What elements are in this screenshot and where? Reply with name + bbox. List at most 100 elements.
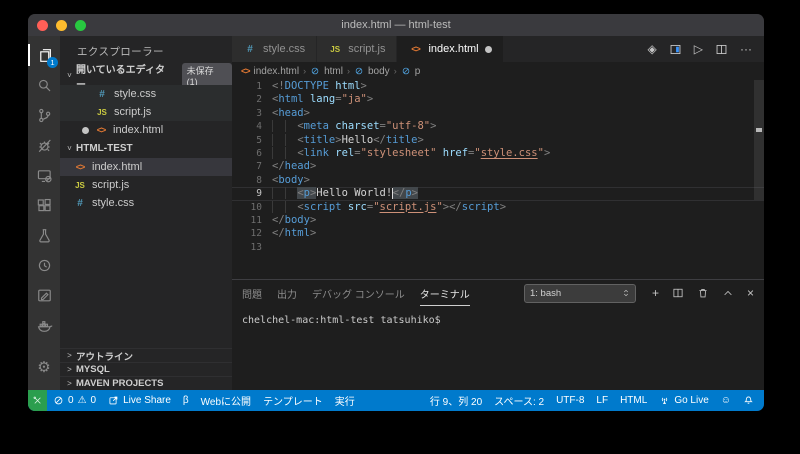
maven-projects-section-header[interactable]: > MAVEN PROJECTS — [60, 376, 232, 390]
language-mode-status[interactable]: HTML — [614, 390, 653, 411]
line-number: 9 — [232, 187, 272, 200]
source-control-icon[interactable] — [28, 100, 60, 130]
test-beaker-icon[interactable] — [28, 220, 60, 250]
outline-section-header[interactable]: > アウトライン — [60, 348, 232, 362]
feedback-smiley-icon[interactable]: ☺ — [715, 390, 737, 411]
go-live-button[interactable]: Go Live — [653, 390, 714, 411]
line-number: 3 — [232, 107, 272, 120]
close-window-button[interactable] — [37, 20, 48, 31]
remote-explorer-icon[interactable] — [28, 160, 60, 190]
folder-label: HTML-TEST — [76, 143, 133, 154]
docker-icon[interactable] — [28, 310, 60, 340]
code-line[interactable]: 6 <link rel="stylesheet" href="style.css… — [232, 147, 764, 160]
eol-status[interactable]: LF — [590, 390, 614, 411]
explorer-icon[interactable]: 1 — [28, 40, 60, 70]
tab-problems[interactable]: 問題 — [242, 281, 262, 305]
notifications-bell[interactable] — [737, 390, 760, 411]
panel-tabs: 問題 出力 デバッグ コンソール ターミナル 1: bash + × — [232, 280, 764, 306]
run-label: 実行 — [335, 393, 355, 408]
code-line[interactable]: 5 <title>Hello</title> — [232, 134, 764, 147]
code-token: "ja" — [342, 93, 367, 105]
tab-index-html[interactable]: <> index.html — [397, 36, 503, 62]
open-preview-icon[interactable] — [669, 43, 682, 56]
run-icon[interactable]: ▷ — [694, 43, 703, 55]
breadcrumb-item[interactable]: body — [368, 66, 390, 77]
activity-bar: 1 — [28, 36, 60, 390]
search-icon[interactable] — [28, 70, 60, 100]
open-editor-item[interactable]: JS script.js — [60, 103, 232, 121]
editor-actions: ◈ ▷ ··· — [648, 36, 764, 62]
code-line[interactable]: 13 — [232, 241, 764, 254]
zoom-window-button[interactable] — [75, 20, 86, 31]
code-line[interactable]: 1<!DOCTYPE html> — [232, 80, 764, 93]
close-panel-icon[interactable]: × — [747, 287, 754, 299]
open-editors-header[interactable]: ˅ 開いているエディター 未保存 (1) — [60, 66, 232, 85]
extensions-icon[interactable] — [28, 190, 60, 220]
debug-icon[interactable] — [28, 130, 60, 160]
split-editor-icon[interactable] — [715, 43, 728, 56]
terminal-select[interactable]: 1: bash — [524, 284, 636, 303]
file-tree-item[interactable]: # style.css — [60, 194, 232, 212]
kill-terminal-trash-icon[interactable] — [697, 287, 709, 299]
clock-icon[interactable] — [28, 250, 60, 280]
open-editor-item[interactable]: <> index.html — [60, 121, 232, 139]
breadcrumb-item[interactable]: p — [415, 66, 421, 77]
run-button[interactable]: 実行 — [329, 390, 361, 411]
remote-indicator[interactable] — [28, 390, 47, 411]
mysql-section-header[interactable]: > MYSQL — [60, 362, 232, 376]
problems-status[interactable]: 0 ⚠ 0 — [47, 390, 102, 411]
file-tree-item[interactable]: JS script.js — [60, 176, 232, 194]
code-line[interactable]: 3<head> — [232, 107, 764, 120]
tab-style-css[interactable]: # style.css — [232, 36, 317, 62]
tools-icon — [32, 395, 43, 406]
pen-icon[interactable] — [28, 280, 60, 310]
live-share-status[interactable]: Live Share — [102, 390, 177, 411]
maximize-panel-chevron-icon[interactable] — [722, 287, 734, 299]
code-line[interactable]: 10 <script src="script.js"></script> — [232, 201, 764, 214]
bottom-panel: 問題 出力 デバッグ コンソール ターミナル 1: bash + × — [232, 279, 764, 390]
error-icon — [53, 395, 64, 406]
folder-header[interactable]: ˅ HTML-TEST — [60, 139, 232, 158]
encoding-status[interactable]: UTF-8 — [550, 390, 590, 411]
tab-script-js[interactable]: JS script.js — [317, 36, 397, 62]
settings-gear-icon[interactable]: ⚙ — [28, 352, 60, 382]
cursor-position-status[interactable]: 行 9、列 20 — [424, 390, 488, 411]
breadcrumb-item[interactable]: html — [324, 66, 343, 77]
new-terminal-plus-icon[interactable]: + — [652, 287, 659, 299]
code-line[interactable]: 11</body> — [232, 214, 764, 227]
more-actions-icon[interactable]: ··· — [740, 43, 752, 55]
open-editor-item[interactable]: # style.css — [60, 85, 232, 103]
code-editor[interactable]: 1<!DOCTYPE html>2<html lang="ja">3<head>… — [232, 80, 764, 279]
code-line[interactable]: 8<body> — [232, 174, 764, 187]
beta-status[interactable]: β — [177, 390, 195, 411]
indentation-status[interactable]: スペース: 2 — [488, 390, 550, 411]
code-token: > — [417, 134, 423, 146]
terminal[interactable]: chelchel-mac:html-test tatsuhiko$ — [232, 306, 764, 390]
title-bar[interactable]: index.html — html-test — [28, 14, 764, 36]
breadcrumb-item[interactable]: index.html — [254, 66, 300, 77]
format-document-icon[interactable]: ◈ — [648, 43, 657, 55]
terminal-controls: 1: bash + × — [524, 284, 754, 303]
scrollbar[interactable] — [754, 80, 764, 200]
sidebar-bottom-sections: > アウトライン > MYSQL > MAVEN PROJECTS — [60, 348, 232, 390]
tab-debug-console[interactable]: デバッグ コンソール — [312, 281, 405, 305]
code-line[interactable]: 2<html lang="ja"> — [232, 93, 764, 106]
line-number: 7 — [232, 160, 272, 173]
tab-output[interactable]: 出力 — [277, 281, 297, 305]
code-token: </ — [272, 160, 285, 172]
code-line[interactable]: 9 <p>Hello World!</p> — [232, 187, 764, 200]
publish-web-button[interactable]: Webに公開 — [195, 390, 257, 411]
template-button[interactable]: テンプレート — [257, 390, 329, 411]
code-line[interactable]: 4 <meta charset="utf-8"> — [232, 120, 764, 133]
code-token: > — [412, 187, 418, 199]
go-live-label: Go Live — [674, 395, 708, 406]
code-line[interactable]: 7</head> — [232, 160, 764, 173]
smiley-glyph: ☺ — [721, 395, 731, 406]
file-tree-item[interactable]: <> index.html — [60, 158, 232, 176]
split-terminal-icon[interactable] — [672, 287, 684, 299]
minimize-window-button[interactable] — [56, 20, 67, 31]
code-token: html — [329, 80, 361, 92]
code-line[interactable]: 12</html> — [232, 227, 764, 240]
code-token: </ — [272, 214, 285, 226]
tab-terminal[interactable]: ターミナル — [420, 281, 470, 306]
